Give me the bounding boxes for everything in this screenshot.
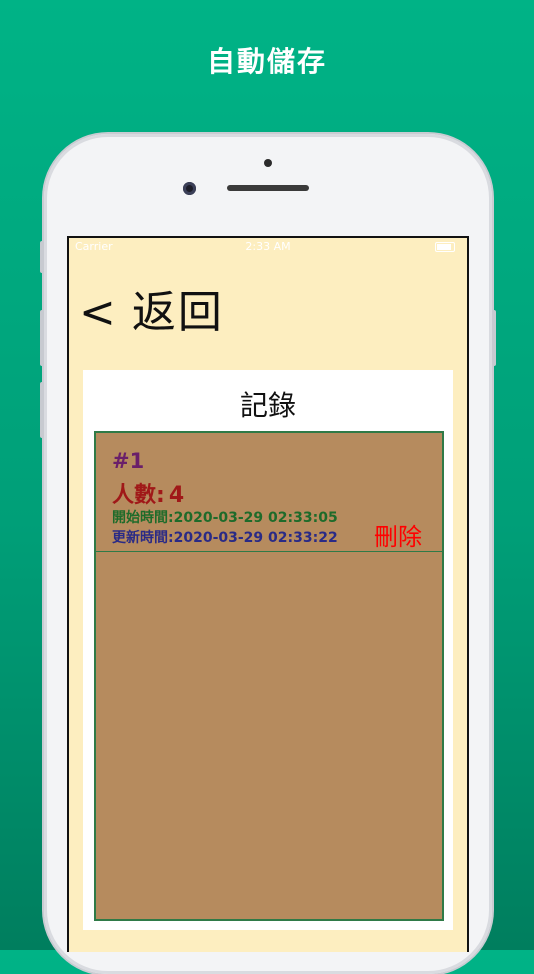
caption-title: 自動儲存 xyxy=(206,45,327,78)
records-panel: 記錄 #1 人數: 4 開始時間:2020-03-29 02:33:05 更新時間… xyxy=(83,370,453,930)
start-time-value: 2020-03-29 02:33:05 xyxy=(173,510,338,526)
earpiece-speaker xyxy=(227,185,309,191)
record-count-value: 4 xyxy=(168,483,185,508)
side-button-mute xyxy=(40,241,44,273)
update-time-label: 更新時間: xyxy=(112,530,174,546)
app-screen: Carrier 2:33 AM < 返回 記錄 #1 人數: 4 開始時間:2020… xyxy=(67,236,469,952)
status-bar: Carrier 2:33 AM xyxy=(69,238,467,256)
side-button-power xyxy=(492,310,496,366)
record-id: #1 xyxy=(112,449,145,473)
record-start-time: 開始時間:2020-03-29 02:33:05 xyxy=(112,507,338,527)
back-button[interactable]: < 返回 xyxy=(79,276,224,340)
side-button-volume-down xyxy=(40,382,44,438)
delete-button[interactable]: 刪除 xyxy=(374,517,422,552)
back-label: 返回 xyxy=(131,287,224,338)
records-list[interactable]: #1 人數: 4 開始時間:2020-03-29 02:33:05 更新時間:20… xyxy=(94,431,444,921)
front-camera xyxy=(183,182,196,195)
chevron-left-icon: < xyxy=(79,287,118,338)
side-button-volume-up xyxy=(40,310,44,366)
record-count: 人數: 4 xyxy=(112,477,184,509)
page-title: 記錄 xyxy=(239,389,296,422)
sensor-dot xyxy=(264,159,272,167)
update-time-value: 2020-03-29 02:33:22 xyxy=(173,530,338,546)
start-time-label: 開始時間: xyxy=(112,510,174,526)
list-item[interactable]: #1 人數: 4 開始時間:2020-03-29 02:33:05 更新時間:20… xyxy=(96,433,442,552)
record-count-label: 人數: xyxy=(112,483,165,508)
battery-icon xyxy=(435,242,455,252)
record-update-time: 更新時間:2020-03-29 02:33:22 xyxy=(112,527,338,547)
clock: 2:33 AM xyxy=(245,240,291,253)
